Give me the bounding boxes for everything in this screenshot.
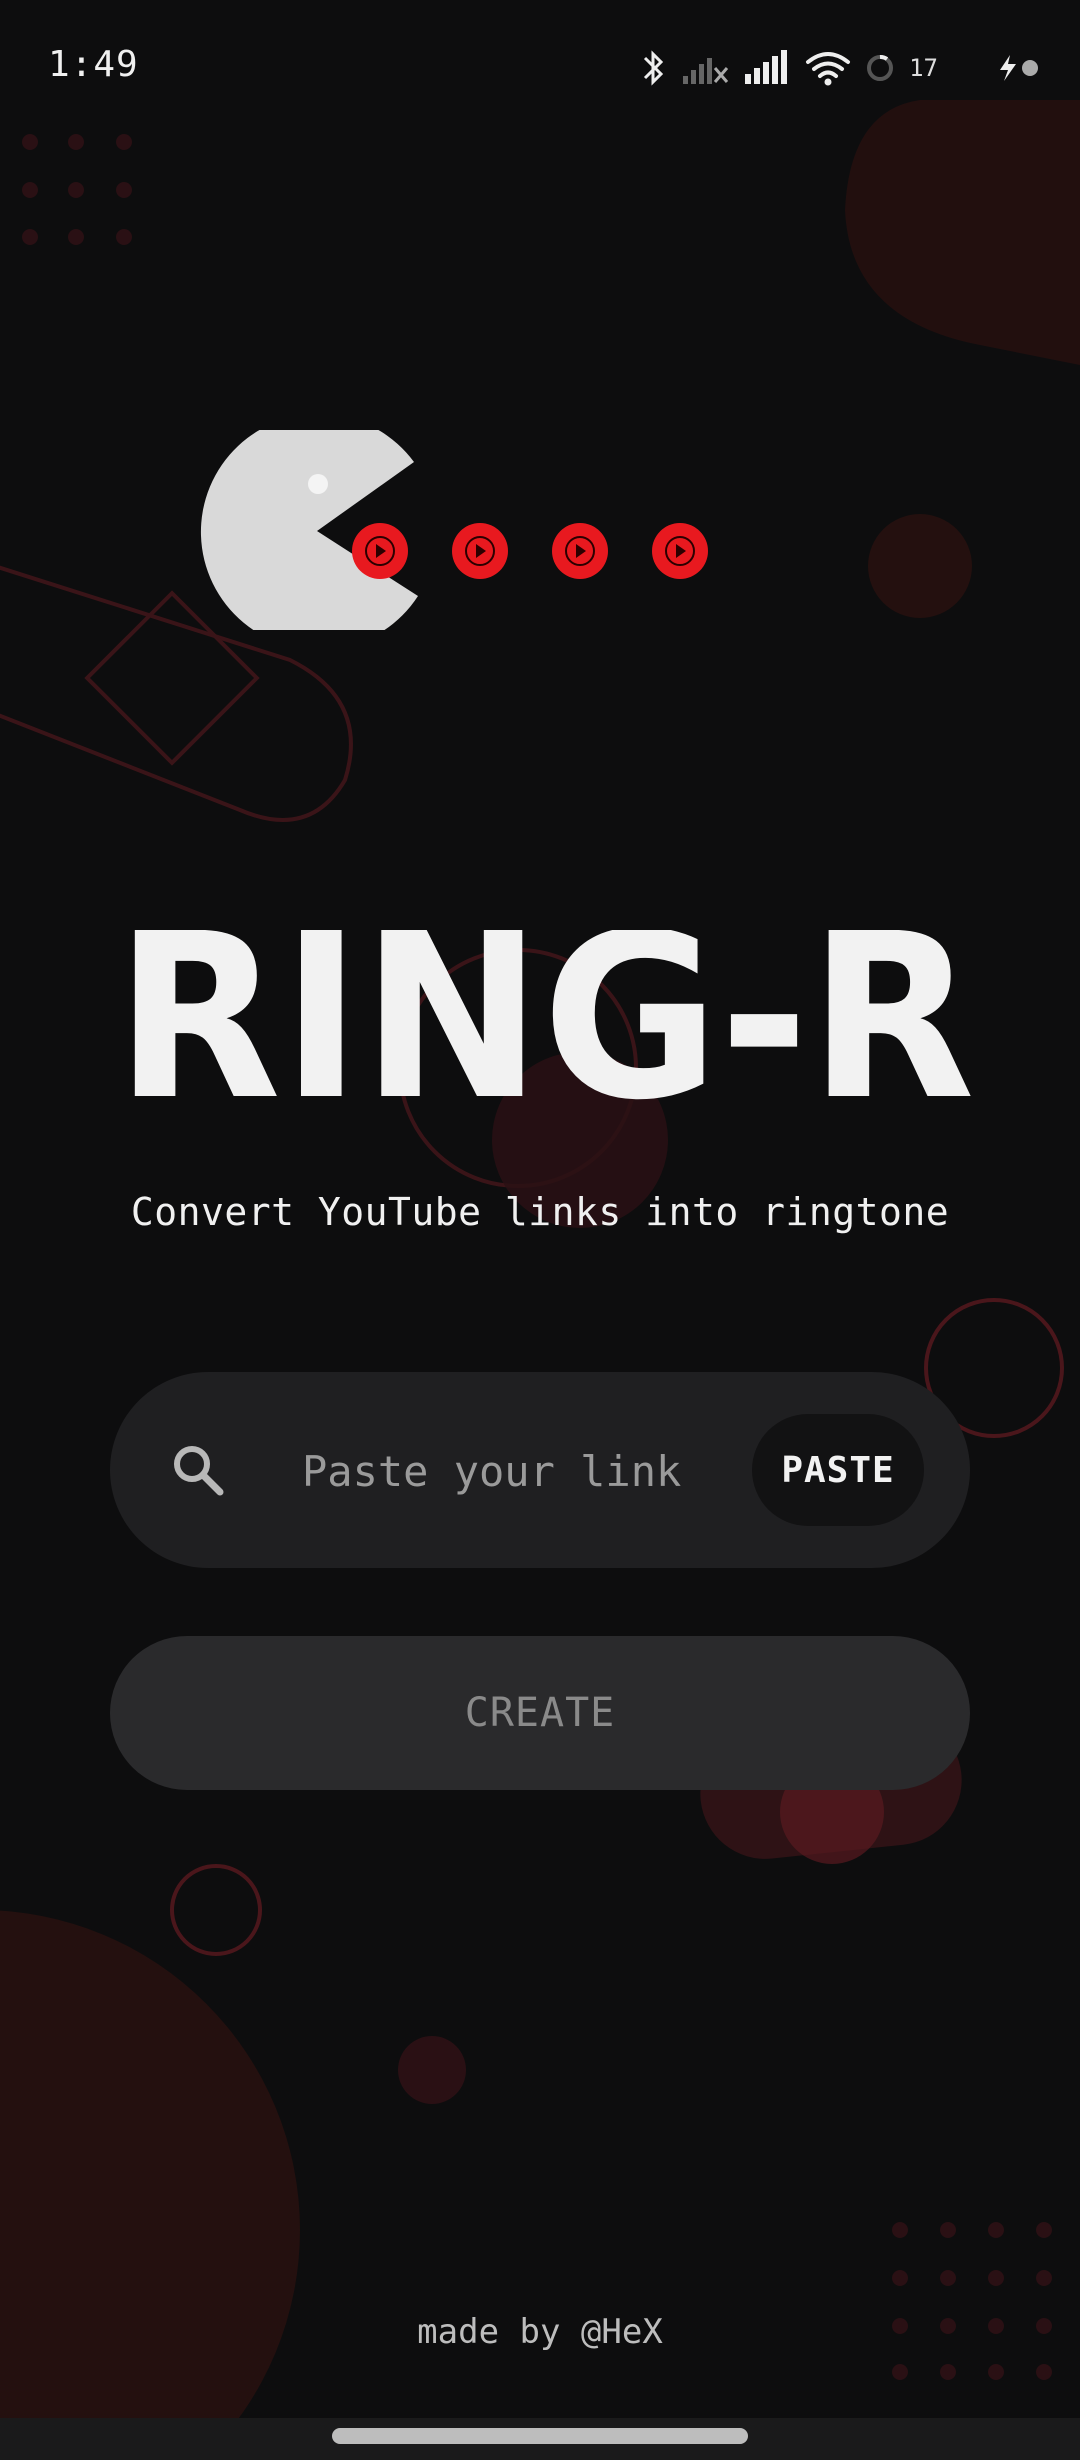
- youtube-music-icon: [552, 523, 608, 579]
- paste-button[interactable]: PASTE: [752, 1414, 924, 1526]
- pacman-icon: [200, 430, 418, 630]
- youtube-music-icon: [452, 523, 508, 579]
- link-input-bar: PASTE: [110, 1372, 970, 1568]
- link-input[interactable]: [300, 1430, 824, 1512]
- battery-ring-icon: [867, 55, 894, 81]
- home-indicator[interactable]: [332, 2428, 748, 2444]
- bluetooth-icon: [644, 50, 664, 86]
- status-icons: 17: [641, 44, 1040, 92]
- footer-credit: made by @HeX: [417, 2312, 663, 2352]
- pacman-eye: [308, 474, 328, 494]
- cellular-no-signal-icon: [683, 58, 729, 84]
- youtube-music-icon: [652, 523, 708, 579]
- battery-level: 17: [909, 54, 938, 82]
- app-tagline: Convert YouTube links into ringtone: [130, 1190, 950, 1234]
- charging-icon: [1000, 55, 1038, 81]
- create-button[interactable]: CREATE: [110, 1636, 970, 1790]
- cellular-signal-icon: [745, 50, 788, 84]
- app-logo: RING-R: [115, 930, 975, 1100]
- search-icon: [174, 1446, 224, 1496]
- youtube-music-icon: [352, 523, 408, 579]
- status-time: 1:49: [48, 44, 139, 85]
- wifi-icon: [806, 52, 851, 86]
- pacman-illustration: [200, 430, 708, 630]
- app-logo-text: RING-R: [115, 930, 975, 1100]
